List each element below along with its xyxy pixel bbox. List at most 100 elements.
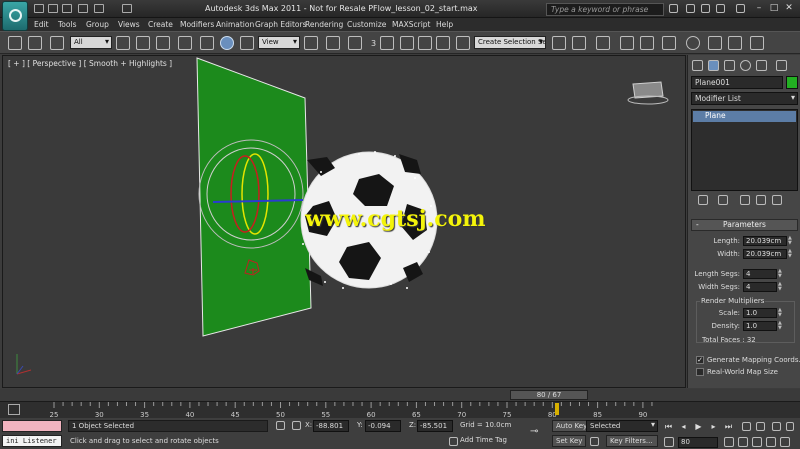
communication-center-icon[interactable] <box>701 4 710 13</box>
show-end-result-icon[interactable] <box>718 195 728 205</box>
length-spinner[interactable]: ▲ ▼ <box>788 236 794 246</box>
minimize-button[interactable]: – <box>752 2 766 15</box>
graphite-tools-icon[interactable] <box>620 36 634 50</box>
pivot-point-icon[interactable] <box>304 36 318 50</box>
default-in-out-tangents-icon[interactable] <box>590 437 599 446</box>
remove-modifier-icon[interactable] <box>756 195 766 205</box>
hierarchy-tab-icon[interactable] <box>724 60 735 71</box>
menu-create[interactable]: Create <box>148 20 173 29</box>
current-frame-field[interactable]: 80 <box>678 437 718 448</box>
x-coordinate-field[interactable]: -88.801 <box>313 420 349 432</box>
object-name-field[interactable]: Plane001 <box>691 76 783 89</box>
previous-frame-icon[interactable]: ◂ <box>678 422 689 432</box>
time-slider-track[interactable]: 80 / 67 <box>0 389 800 401</box>
percent-snap-icon[interactable] <box>418 36 432 50</box>
pin-stack-icon[interactable] <box>698 195 708 205</box>
undo-icon[interactable] <box>78 4 88 13</box>
menu-help[interactable]: Help <box>436 20 453 29</box>
display-tab-icon[interactable] <box>756 60 767 71</box>
perspective-viewport[interactable]: [ + ] [ Perspective ] [ Smooth + Highlig… <box>2 55 686 388</box>
help-icon[interactable] <box>736 4 745 13</box>
selection-lock-icon[interactable] <box>276 421 285 430</box>
menu-graph-editors[interactable]: Graph Editors <box>255 20 307 29</box>
length-segs-field[interactable]: 4 <box>743 269 777 279</box>
stack-item-plane[interactable]: Plane <box>693 111 796 122</box>
reference-coordinate-dropdown[interactable]: View <box>258 36 300 49</box>
key-mode-toggle-icon[interactable] <box>742 422 751 431</box>
configure-modifier-sets-icon[interactable] <box>772 195 782 205</box>
select-and-move-icon[interactable] <box>200 36 214 50</box>
width-field[interactable]: 20.039cm <box>743 249 787 259</box>
menu-tools[interactable]: Tools <box>58 20 76 29</box>
maximize-button[interactable]: □ <box>767 2 781 15</box>
modifier-list-dropdown[interactable]: Modifier List <box>691 92 798 105</box>
edit-named-selection-icon[interactable] <box>456 36 470 50</box>
schematic-view-icon[interactable] <box>662 36 676 50</box>
key-mode-dropdown[interactable]: Selected <box>586 420 658 432</box>
close-button[interactable]: ✕ <box>782 2 796 15</box>
viewport-label[interactable]: [ + ] [ Perspective ] [ Smooth + Highlig… <box>8 59 172 68</box>
spinner-snap-icon[interactable] <box>436 36 450 50</box>
current-frame-marker[interactable] <box>555 403 559 415</box>
manipulate-icon[interactable] <box>326 36 340 50</box>
scale-field[interactable]: 1.0 <box>743 308 777 318</box>
pan-view-icon[interactable] <box>752 437 762 447</box>
rectangular-selection-icon[interactable] <box>156 36 170 50</box>
z-coordinate-field[interactable]: -85.501 <box>417 420 453 432</box>
project-folder-icon[interactable] <box>122 4 132 13</box>
absolute-offset-mode-icon[interactable] <box>292 421 301 430</box>
select-by-name-icon[interactable] <box>136 36 150 50</box>
play-icon[interactable]: ▶ <box>693 422 704 432</box>
layer-manager-icon[interactable] <box>596 36 610 50</box>
select-and-scale-icon[interactable] <box>240 36 254 50</box>
menu-group[interactable]: Group <box>86 20 109 29</box>
make-unique-icon[interactable] <box>740 195 750 205</box>
menu-rendering[interactable]: Rendering <box>305 20 343 29</box>
select-and-rotate-icon[interactable] <box>220 36 234 50</box>
redo-icon[interactable] <box>94 4 104 13</box>
width-segs-field[interactable]: 4 <box>743 282 777 292</box>
maxscript-listener-label[interactable]: ini Listener <box>2 435 62 447</box>
search-icon[interactable] <box>669 4 678 13</box>
view-cube[interactable] <box>627 81 669 105</box>
menu-animation[interactable]: Animation <box>216 20 254 29</box>
utilities-tab-icon[interactable] <box>776 60 787 71</box>
real-world-map-label[interactable]: Real-World Map Size <box>707 368 778 376</box>
generate-mapping-label[interactable]: Generate Mapping Coords. <box>707 356 800 364</box>
modifier-stack[interactable]: Plane <box>691 109 798 191</box>
render-setup-icon[interactable] <box>708 36 722 50</box>
mirror-icon[interactable] <box>552 36 566 50</box>
select-link-icon[interactable] <box>8 36 22 50</box>
scale-spinner[interactable]: ▲ ▼ <box>778 308 784 318</box>
width-segs-spinner[interactable]: ▲ ▼ <box>778 282 784 292</box>
named-selection-dropdown[interactable]: Create Selection Se <box>474 36 546 49</box>
new-file-icon[interactable] <box>34 4 44 13</box>
selection-filter-dropdown[interactable]: All <box>70 36 112 49</box>
real-world-map-checkbox[interactable] <box>696 368 704 376</box>
align-icon[interactable] <box>572 36 586 50</box>
time-slider-thumb[interactable]: 80 / 67 <box>510 390 588 400</box>
object-color-swatch[interactable] <box>786 76 798 89</box>
menu-views[interactable]: Views <box>118 20 140 29</box>
menu-maxscript[interactable]: MAXScript <box>392 20 431 29</box>
next-frame-icon[interactable]: ▸ <box>708 422 719 432</box>
y-coordinate-field[interactable]: -0.094 <box>365 420 401 432</box>
app-menu-button[interactable] <box>2 1 28 31</box>
motion-tab-icon[interactable] <box>740 60 751 71</box>
render-production-icon[interactable] <box>750 36 764 50</box>
set-key-button[interactable]: Set Key <box>552 435 587 447</box>
menu-edit[interactable]: Edit <box>34 20 49 29</box>
length-segs-spinner[interactable]: ▲ ▼ <box>778 269 784 279</box>
open-file-icon[interactable] <box>48 4 58 13</box>
snaps-toggle-label[interactable]: 3 <box>371 39 376 48</box>
rendered-frame-window-icon[interactable] <box>728 36 742 50</box>
curve-editor-icon[interactable] <box>640 36 654 50</box>
time-configuration-icon[interactable] <box>756 422 765 431</box>
orbit-icon[interactable] <box>766 437 776 447</box>
keyboard-shortcut-override-icon[interactable] <box>348 36 362 50</box>
add-time-tag-button[interactable]: Add Time Tag <box>460 436 507 444</box>
save-file-icon[interactable] <box>62 4 72 13</box>
search-input[interactable]: Type a keyword or phrase <box>546 3 664 16</box>
open-mini-curve-editor-icon[interactable] <box>8 404 20 415</box>
zoom-icon[interactable] <box>772 422 781 431</box>
